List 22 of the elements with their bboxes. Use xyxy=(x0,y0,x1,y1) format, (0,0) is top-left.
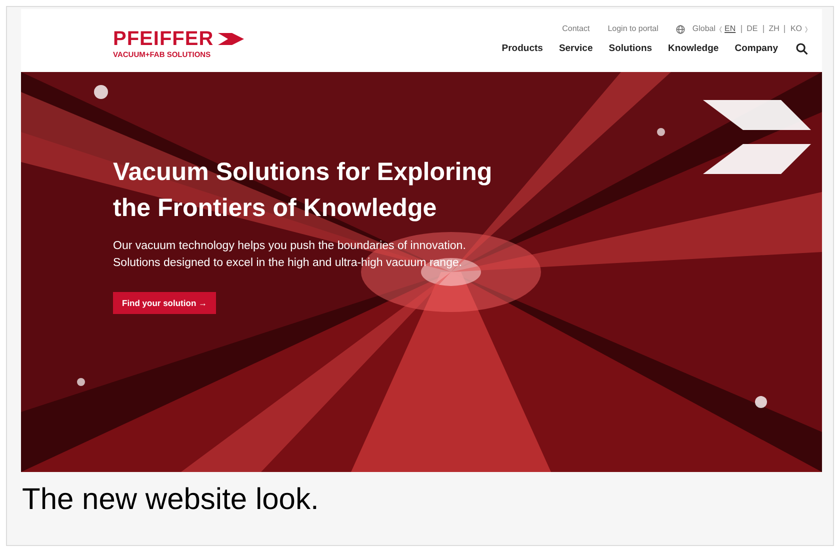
find-solution-button[interactable]: Find your solution → xyxy=(113,292,216,314)
caption-text: The new website look. xyxy=(22,482,320,518)
bracket-icon xyxy=(718,26,722,32)
language-link[interactable]: EN xyxy=(724,23,736,35)
search-icon[interactable] xyxy=(796,43,808,56)
hero-heading: Vacuum Solutions for Exploring the Frontiers of Knowledge xyxy=(113,157,492,224)
nav-link[interactable]: Solutions xyxy=(608,42,652,56)
nav-link[interactable]: Service xyxy=(558,42,593,56)
region-selector[interactable]: Global xyxy=(692,23,716,35)
language-link[interactable]: KO xyxy=(790,23,802,35)
logo-wordmark[interactable]: PFEIFFER xyxy=(113,29,214,49)
globe-icon xyxy=(676,24,686,34)
nav-link[interactable]: Knowledge xyxy=(668,42,719,56)
bracket-icon xyxy=(805,26,808,32)
language-link[interactable]: DE xyxy=(746,23,758,35)
nav-link[interactable]: Company xyxy=(734,42,778,56)
language-link[interactable]: ZH xyxy=(768,23,780,35)
chevron-icon xyxy=(218,33,244,45)
hero-text: Our vacuum technology helps you push the boundaries of innovation. Solutions designed to excel in the high and ultra-high vacuum range. xyxy=(113,239,466,271)
top-link[interactable]: Contact xyxy=(562,23,590,35)
top-link[interactable]: Login to portal xyxy=(608,23,658,35)
nav-link[interactable]: Products xyxy=(502,42,543,56)
